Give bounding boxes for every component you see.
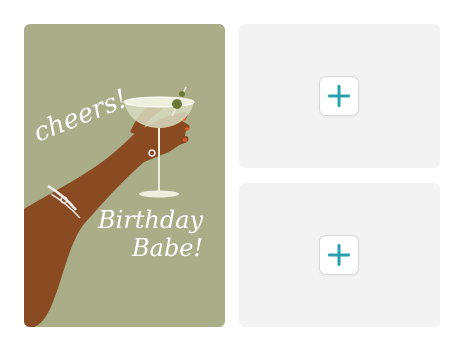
greeting-babe-text: Babe! — [131, 234, 203, 262]
card-front-image[interactable]: cheers! Birthday Babe! — [24, 24, 225, 327]
add-image-button[interactable] — [319, 235, 359, 275]
plus-icon — [328, 244, 350, 266]
card-slot-back[interactable] — [239, 183, 440, 327]
plus-icon — [328, 85, 350, 107]
coupe-glass-base — [139, 190, 179, 198]
greeting-birthday-text: Birthday — [97, 206, 204, 234]
add-image-button[interactable] — [319, 76, 359, 116]
card-slot-inside[interactable] — [239, 24, 440, 168]
card-illustration: cheers! Birthday Babe! — [24, 24, 225, 327]
olive-shape — [172, 99, 182, 109]
